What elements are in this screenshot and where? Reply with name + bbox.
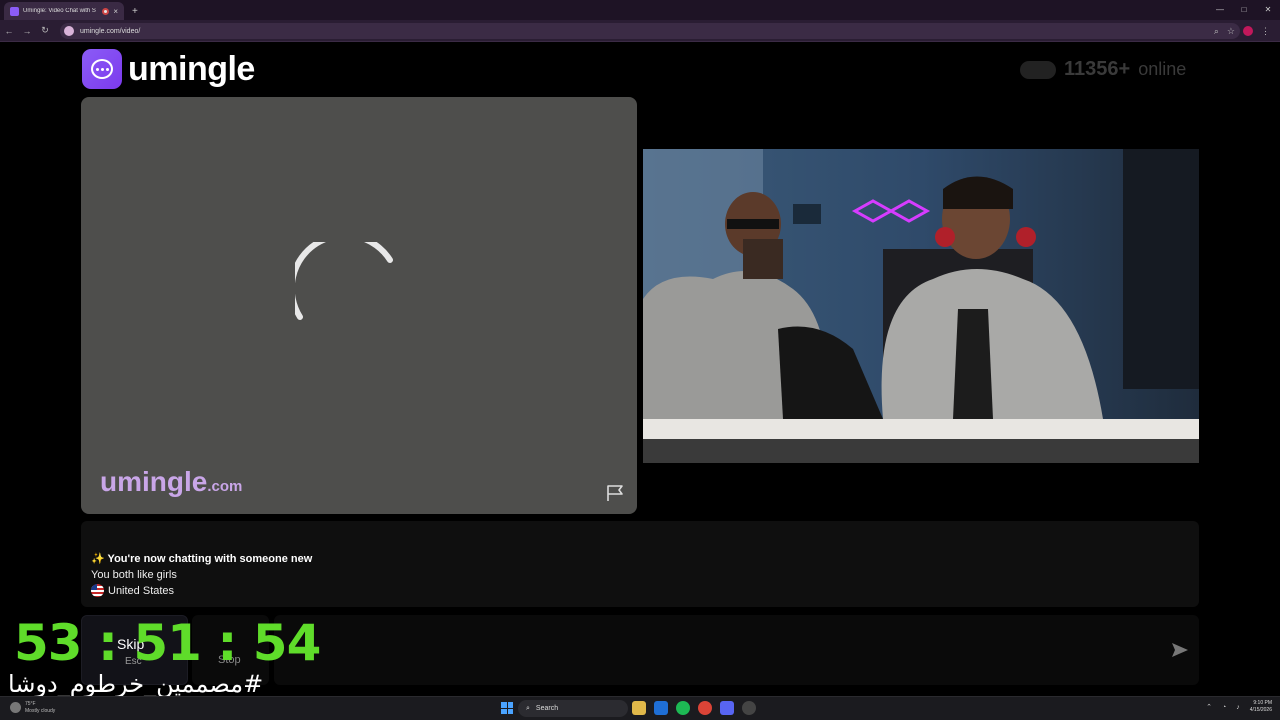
close-window-button[interactable]: ✕: [1256, 0, 1280, 20]
maximize-button[interactable]: □: [1232, 0, 1256, 20]
clock-date: 4/15/2026: [1249, 707, 1272, 713]
loading-spinner-icon: [295, 242, 393, 320]
browser-tab-bar: Umingle: Video Chat with S × + — □ ✕: [0, 0, 1280, 20]
clock-time: 9:10 PM: [1253, 700, 1272, 706]
online-count: 11356+: [1064, 58, 1131, 80]
send-icon[interactable]: [1171, 642, 1189, 658]
tab-title: Umingle: Video Chat with S: [23, 8, 96, 14]
tray-expand-icon[interactable]: ⌃: [1206, 703, 1212, 711]
report-flag-icon[interactable]: [606, 484, 626, 502]
edge-icon[interactable]: [654, 701, 668, 715]
obs-icon[interactable]: [742, 701, 756, 715]
watermark-tld: .com: [207, 478, 243, 495]
profile-avatar[interactable]: [1243, 26, 1253, 36]
taskbar-apps: [632, 701, 756, 715]
weather-desc: Mostly cloudy: [25, 708, 56, 714]
recording-icon: [102, 7, 110, 15]
umingle-favicon-icon: [10, 6, 19, 16]
message-input[interactable]: [274, 615, 1199, 685]
file-explorer-icon[interactable]: [632, 701, 646, 715]
spotify-icon[interactable]: [676, 701, 690, 715]
url-field[interactable]: umingle.com/video/: [60, 23, 1240, 39]
toolbar-icons: ⌕ ☆ ⋮: [1214, 20, 1280, 42]
online-label: online: [1138, 59, 1187, 79]
window-controls: — □ ✕: [1208, 0, 1280, 20]
umingle-watermark: umingle.com: [100, 466, 242, 498]
windows-taskbar: 75°F Mostly cloudy ⌕ Search ⌃ ◔ ♪ 9:10 P…: [0, 696, 1280, 720]
taskbar-search[interactable]: ⌕ Search: [518, 700, 628, 717]
close-tab-icon[interactable]: ×: [113, 7, 118, 16]
zoom-icon[interactable]: ⌕: [1214, 26, 1219, 37]
logo-text: umingle: [128, 49, 255, 88]
menu-icon[interactable]: ⋮: [1261, 26, 1270, 37]
camera-feed-image: [643, 149, 1199, 463]
url-text: umingle.com/video/: [80, 27, 141, 35]
reload-icon[interactable]: ↻: [36, 25, 54, 36]
stream-timer: 53 : 51 : 54: [14, 614, 321, 672]
watermark-main: umingle: [100, 466, 208, 497]
partner-country-text: United States: [108, 584, 175, 597]
weather-widget[interactable]: 75°F Mostly cloudy: [25, 701, 55, 715]
wifi-icon[interactable]: ◔: [1222, 704, 1226, 711]
system-tray: ⌃ ◔ ♪ 9:10 PM 4/15/2026: [1206, 700, 1272, 714]
online-toggle[interactable]: [1020, 60, 1056, 79]
stream-hashtag: #مصممين_خرطوم_دوشا: [8, 670, 264, 698]
site-info-icon[interactable]: [64, 26, 74, 36]
taskbar-clock[interactable]: 9:10 PM 4/15/2026: [1250, 700, 1272, 714]
us-flag-icon: [91, 584, 104, 597]
back-icon[interactable]: ←: [0, 26, 18, 36]
search-icon: ⌕: [526, 704, 530, 712]
chat-bubble-icon: [82, 49, 122, 89]
local-camera-video: [643, 149, 1199, 463]
taskbar-search-label: Search: [535, 705, 559, 712]
bookmark-star-icon[interactable]: ☆: [1227, 26, 1235, 37]
online-counter: 11356+ online: [1020, 58, 1186, 81]
weather-icon: [10, 702, 21, 713]
system-message-shared-interest: You both like girls: [91, 569, 177, 581]
minimize-button[interactable]: —: [1208, 0, 1232, 20]
address-bar-row: ← → ↻ umingle.com/video/ ⌕ ☆ ⋮: [0, 20, 1280, 42]
browser-tab[interactable]: Umingle: Video Chat with S ×: [4, 2, 124, 20]
system-message-new-partner: ✨ You're now chatting with someone new: [91, 553, 313, 565]
new-tab-button[interactable]: +: [132, 6, 138, 17]
discord-icon[interactable]: [720, 701, 734, 715]
windows-start-icon[interactable]: [501, 702, 513, 714]
partner-country: United States: [91, 584, 174, 597]
site-logo[interactable]: umingle: [82, 49, 255, 89]
forward-icon[interactable]: →: [18, 26, 36, 36]
volume-icon[interactable]: ♪: [1236, 704, 1240, 711]
weather-temp: 75°F: [25, 701, 36, 707]
chrome-icon[interactable]: [698, 701, 712, 715]
